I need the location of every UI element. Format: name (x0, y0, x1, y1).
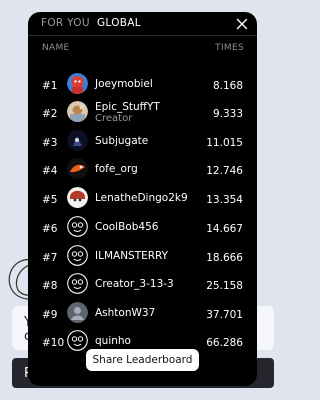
leaderboard-row[interactable]: #1 Joeymobiel 8.168 (28, 71, 257, 99)
rank: #4 (42, 165, 58, 177)
time-value: 37.701 (206, 309, 243, 321)
red-character-avatar-icon (67, 73, 88, 94)
rank: #5 (42, 194, 58, 206)
close-icon[interactable] (234, 16, 250, 32)
leaderboard-row[interactable]: #6 CoolBob456 14.667 (28, 214, 257, 242)
photo-avatar-icon (67, 101, 88, 122)
time-value: 14.667 (206, 223, 243, 235)
time-value: 9.333 (212, 108, 243, 120)
orange-avatar-icon (67, 158, 88, 179)
tab-bar: FOR YOU GLOBAL (28, 12, 257, 36)
rank: #9 (42, 309, 58, 321)
username: AshtonW37 (95, 307, 156, 319)
time-value: 11.015 (206, 137, 243, 149)
leaderboard-row[interactable]: #2 Epic_StuffYT Creator 9.333 (28, 99, 257, 127)
rank: #3 (42, 137, 58, 149)
time-value: 25.158 (206, 280, 243, 292)
rank: #6 (42, 223, 58, 235)
tab-global[interactable]: GLOBAL (96, 17, 142, 36)
username: ILMANSTERRY (95, 250, 169, 262)
leaderboard-row[interactable]: #7 ILMANSTERRY 18.666 (28, 243, 257, 271)
leaderboard-row[interactable]: #3 Subjugate 11.015 (28, 128, 257, 156)
username: LenatheDingo2k9 (95, 192, 188, 204)
username: quinho (95, 335, 131, 347)
column-header-times: TIMES (215, 43, 244, 53)
leaderboard-modal: FOR YOU GLOBAL NAME TIMES #1 Joeymobiel … (28, 12, 257, 386)
share-leaderboard-button[interactable]: Share Leaderboard (86, 349, 199, 371)
time-value: 18.666 (206, 252, 243, 264)
leaderboard-row[interactable]: #4 fofe_org 12.746 (28, 156, 257, 184)
creator-label: Creator (95, 113, 133, 124)
tab-for-you[interactable]: FOR YOU (41, 17, 90, 35)
rank: #10 (42, 337, 65, 349)
username: Joeymobiel (95, 78, 153, 90)
time-value: 8.168 (212, 80, 243, 92)
time-value: 13.354 (206, 194, 243, 206)
username: CoolBob456 (95, 221, 159, 233)
dark-avatar-icon (67, 130, 88, 151)
rank: #2 (42, 108, 58, 120)
time-value: 66.286 (206, 337, 243, 349)
username: Epic_StuffYT (95, 101, 160, 113)
column-header-name: NAME (42, 43, 70, 53)
tab-divider (28, 35, 257, 36)
default-avatar-icon (67, 273, 88, 294)
leaderboard-row[interactable]: #8 Creator_3-13-3 25.158 (28, 271, 257, 299)
rank: #7 (42, 252, 58, 264)
default-avatar-icon (67, 330, 88, 351)
time-value: 12.746 (206, 165, 243, 177)
default-avatar-icon (67, 245, 88, 266)
anime-avatar-icon (67, 187, 88, 208)
username: Creator_3-13-3 (95, 278, 174, 290)
rank: #1 (42, 80, 58, 92)
leaderboard-row[interactable]: #5 LenatheDingo2k9 13.354 (28, 185, 257, 213)
leaderboard-row[interactable]: #9 AshtonW37 37.701 (28, 300, 257, 328)
username: fofe_org (95, 163, 138, 175)
username: Subjugate (95, 135, 149, 147)
rank: #8 (42, 280, 58, 292)
gray-avatar-icon (67, 302, 88, 323)
default-avatar-icon (67, 216, 88, 237)
